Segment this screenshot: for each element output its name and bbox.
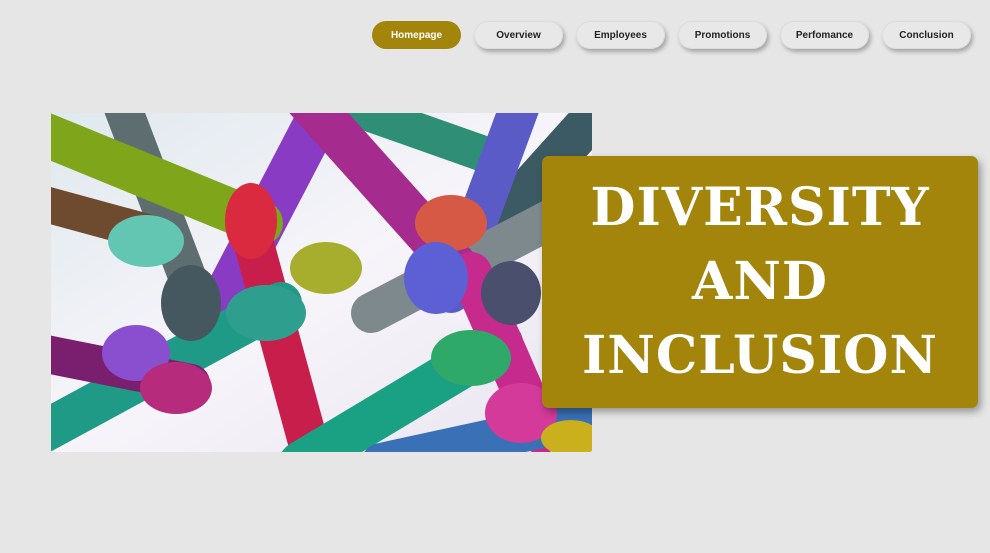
title-line-2: AND bbox=[692, 251, 828, 312]
title-line-1: DIVERSITY bbox=[590, 177, 930, 238]
nav-performance-button[interactable]: Perfomance bbox=[780, 21, 869, 49]
top-navigation: Homepage Overview Employees Promotions P… bbox=[372, 21, 971, 49]
nav-overview-button[interactable]: Overview bbox=[474, 21, 563, 49]
nav-homepage-button[interactable]: Homepage bbox=[372, 21, 461, 49]
title-line-3: INCLUSION bbox=[581, 325, 938, 386]
nav-employees-button[interactable]: Employees bbox=[576, 21, 665, 49]
nav-conclusion-button[interactable]: Conclusion bbox=[882, 21, 971, 49]
nav-promotions-button[interactable]: Promotions bbox=[678, 21, 767, 49]
diverse-hands-image bbox=[51, 113, 592, 452]
title-banner: DIVERSITY AND INCLUSION bbox=[542, 156, 978, 408]
